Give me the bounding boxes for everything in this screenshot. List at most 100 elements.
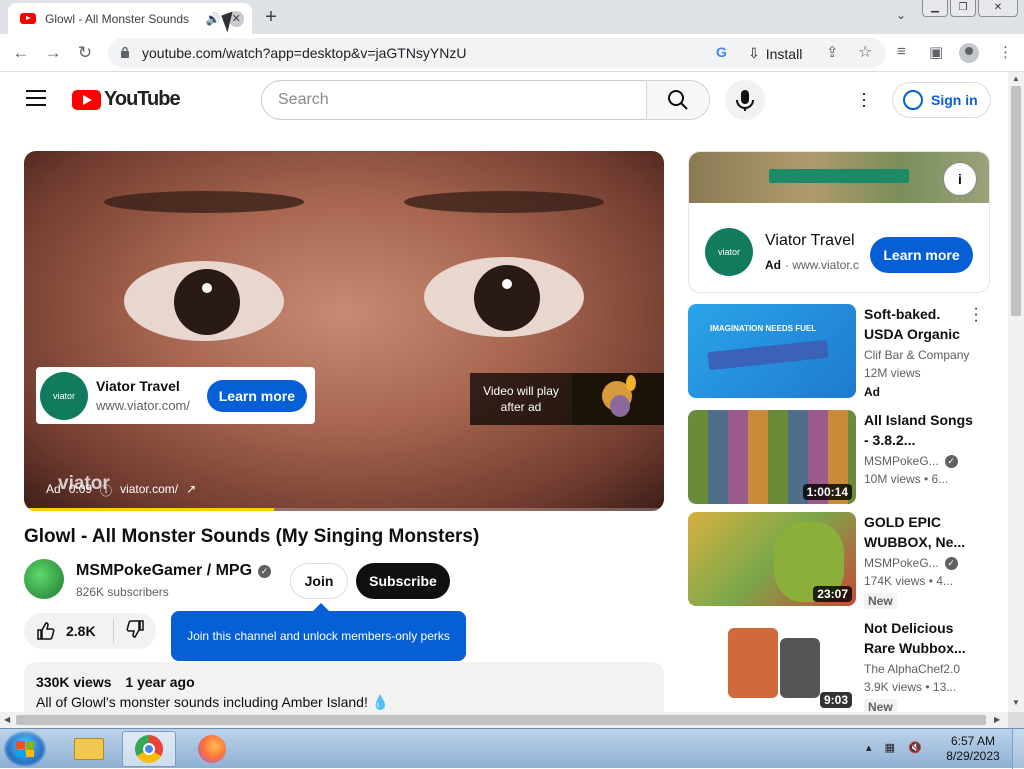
channel-name-text: MSMPokeGamer / MPG [76, 562, 253, 579]
horizontal-scrollbar[interactable]: ◀ ▶ [0, 712, 1008, 728]
youtube-logo[interactable]: YouTube [72, 88, 181, 111]
settings-more-icon[interactable]: · · · [857, 84, 871, 114]
player-frame-detail [104, 191, 304, 213]
sign-in-button[interactable]: Sign in [892, 82, 991, 118]
external-link-icon: ↗ [186, 482, 197, 496]
video-title[interactable]: All Island Songs - 3.8.2... [864, 410, 974, 450]
video-thumbnail[interactable]: IMAGINATION NEEDS FUEL [688, 304, 856, 398]
start-button[interactable] [4, 731, 46, 767]
window-minimize-button[interactable]: ▁ [922, 0, 948, 17]
address-bar[interactable]: youtube.com/watch?app=desktop&v=jaGTNsyY… [108, 38, 886, 68]
video-thumbnail[interactable]: 9:03 [688, 618, 856, 712]
channel-name[interactable]: MSMPokeG... ✓ [864, 454, 958, 468]
channel-name-text: Clif Bar & Company [864, 348, 970, 362]
forward-arrow-icon[interactable]: → [42, 42, 64, 64]
media-control-icon[interactable]: ≡ [897, 43, 906, 60]
learn-more-button[interactable]: Learn more [206, 379, 307, 412]
video-will-play-label: Video will play after ad [483, 384, 559, 414]
hamburger-menu-icon[interactable] [26, 90, 46, 106]
video-will-play-preview[interactable]: Video will play after ad [470, 373, 664, 425]
system-tray[interactable]: ▴ ▦ 🔇 [866, 741, 922, 754]
list-item[interactable]: 9:03 Not Delicious Rare Wubbox... The Al… [688, 618, 990, 715]
ad-info-icon[interactable]: i [943, 162, 977, 196]
ad-badge: Ad [864, 385, 880, 399]
youtube-masthead: YouTube Search · · · Sign in [0, 72, 1008, 128]
lock-icon [121, 46, 129, 58]
info-circle-icon[interactable]: ⓘ [100, 482, 112, 499]
join-button[interactable]: Join [290, 563, 348, 599]
sidebar-ad-panel[interactable]: i viator Viator Travel Ad · www.viator.co… [688, 151, 990, 293]
tab-search-chevron-icon[interactable]: ⌄ [896, 8, 906, 22]
learn-more-button[interactable]: Learn more [870, 237, 973, 273]
profile-avatar-icon[interactable] [959, 43, 979, 63]
channel-name[interactable]: MSMPokeGamer / MPG ✓ [76, 562, 272, 580]
file-explorer-taskbar-button[interactable] [62, 731, 116, 767]
show-desktop-button[interactable] [1012, 729, 1024, 769]
channel-name[interactable]: The AlphaChef2.0 [864, 662, 960, 676]
new-tab-button[interactable]: + [260, 6, 282, 29]
scroll-up-arrow-icon[interactable]: ▲ [1012, 74, 1020, 83]
reload-icon[interactable]: ↻ [74, 42, 96, 64]
scroll-right-arrow-icon[interactable]: ▶ [994, 715, 1000, 724]
share-icon[interactable]: ⇪ [826, 43, 839, 61]
video-thumbnail[interactable]: 23:07 [688, 512, 856, 606]
channel-name[interactable]: MSMPokeG... ✓ [864, 556, 958, 570]
voice-search-button[interactable] [725, 80, 765, 120]
microphone-icon [736, 90, 754, 111]
horizontal-scroll-thumb[interactable] [16, 715, 986, 725]
account-icon [903, 90, 923, 110]
channel-avatar[interactable] [24, 559, 64, 599]
show-hidden-icons-icon[interactable]: ▴ [866, 742, 872, 754]
scroll-down-arrow-icon[interactable]: ▼ [1012, 698, 1020, 707]
sign-in-label: Sign in [931, 92, 978, 108]
subscribe-button[interactable]: Subscribe [356, 563, 450, 599]
video-thumbnail[interactable]: 1:00:14 [688, 410, 856, 504]
list-item[interactable]: IMAGINATION NEEDS FUEL Soft-baked. USDA … [688, 301, 990, 399]
search-input[interactable]: Search [261, 80, 647, 120]
list-item[interactable]: 1:00:14 All Island Songs - 3.8.2... MSMP… [688, 410, 990, 505]
verified-check-icon: ✓ [944, 556, 958, 570]
channel-name[interactable]: Clif Bar & Company [864, 348, 969, 362]
video-title[interactable]: Soft-baked. USDA Organic [864, 304, 974, 344]
window-close-button[interactable]: ✕ [978, 0, 1018, 17]
like-button[interactable]: 2.8K [24, 619, 114, 643]
browser-tab[interactable]: Glowl - All Monster Sounds (My Singing M… [8, 3, 252, 34]
firefox-taskbar-button[interactable] [186, 731, 240, 767]
vertical-scroll-thumb[interactable] [1011, 86, 1021, 316]
scroll-left-arrow-icon[interactable]: ◀ [4, 715, 10, 724]
video-title[interactable]: GOLD EPIC WUBBOX, Ne... [864, 512, 974, 552]
ad-progress-bar[interactable] [24, 508, 664, 511]
list-item[interactable]: 23:07 GOLD EPIC WUBBOX, Ne... MSMPokeG..… [688, 512, 990, 609]
video-title[interactable]: Not Delicious Rare Wubbox... [864, 618, 974, 658]
chrome-taskbar-button[interactable] [122, 731, 176, 767]
clock-time: 6:57 AM [950, 734, 996, 748]
dislike-button[interactable] [114, 619, 156, 644]
view-count: 10M views • 6... [864, 472, 949, 486]
more-actions-icon[interactable]: · · · [971, 301, 981, 329]
chrome-menu-icon[interactable]: ⋮ [998, 43, 1013, 61]
network-icon[interactable]: ▦ [885, 742, 895, 754]
install-app-button[interactable]: ⇩ Install [748, 45, 802, 62]
google-lens-icon[interactable]: G [716, 44, 727, 60]
back-arrow-icon[interactable]: ← [10, 42, 32, 64]
ad-badge: Ad [765, 258, 781, 272]
ad-info-bar: Ad 0:09 ⓘ viator.com/ ↗ [46, 482, 196, 499]
player-ad-card[interactable]: viator Viator Travel www.viator.com/ Lea… [36, 367, 315, 424]
side-panel-icon[interactable]: ▣ [929, 43, 943, 61]
ad-domain: · www.viator.com [785, 258, 859, 272]
speaker-icon[interactable]: 🔊 [206, 12, 221, 26]
subscriber-count: 826K subscribers [76, 585, 169, 599]
ad-domain: www.viator.com/ [96, 398, 190, 413]
bookmark-star-icon[interactable]: ☆ [858, 42, 872, 62]
search-button[interactable] [646, 80, 710, 120]
ad-badge: Ad [46, 482, 61, 496]
upload-age: 1 year ago [125, 674, 195, 690]
video-player[interactable]: viator Viator Travel www.viator.com/ Lea… [24, 151, 664, 511]
taskbar-clock[interactable]: 6:57 AM 8/29/2023 [944, 734, 1002, 764]
windows-taskbar: ▴ ▦ 🔇 6:57 AM 8/29/2023 [0, 728, 1024, 769]
window-restore-button[interactable]: ❐ [950, 0, 976, 17]
video-title: Glowl - All Monster Sounds (My Singing M… [24, 526, 480, 547]
volume-muted-icon[interactable]: 🔇 [908, 742, 922, 754]
vertical-scrollbar[interactable]: ▲ ▼ [1008, 72, 1024, 712]
ad-domain-link[interactable]: viator.com/ [120, 482, 178, 499]
